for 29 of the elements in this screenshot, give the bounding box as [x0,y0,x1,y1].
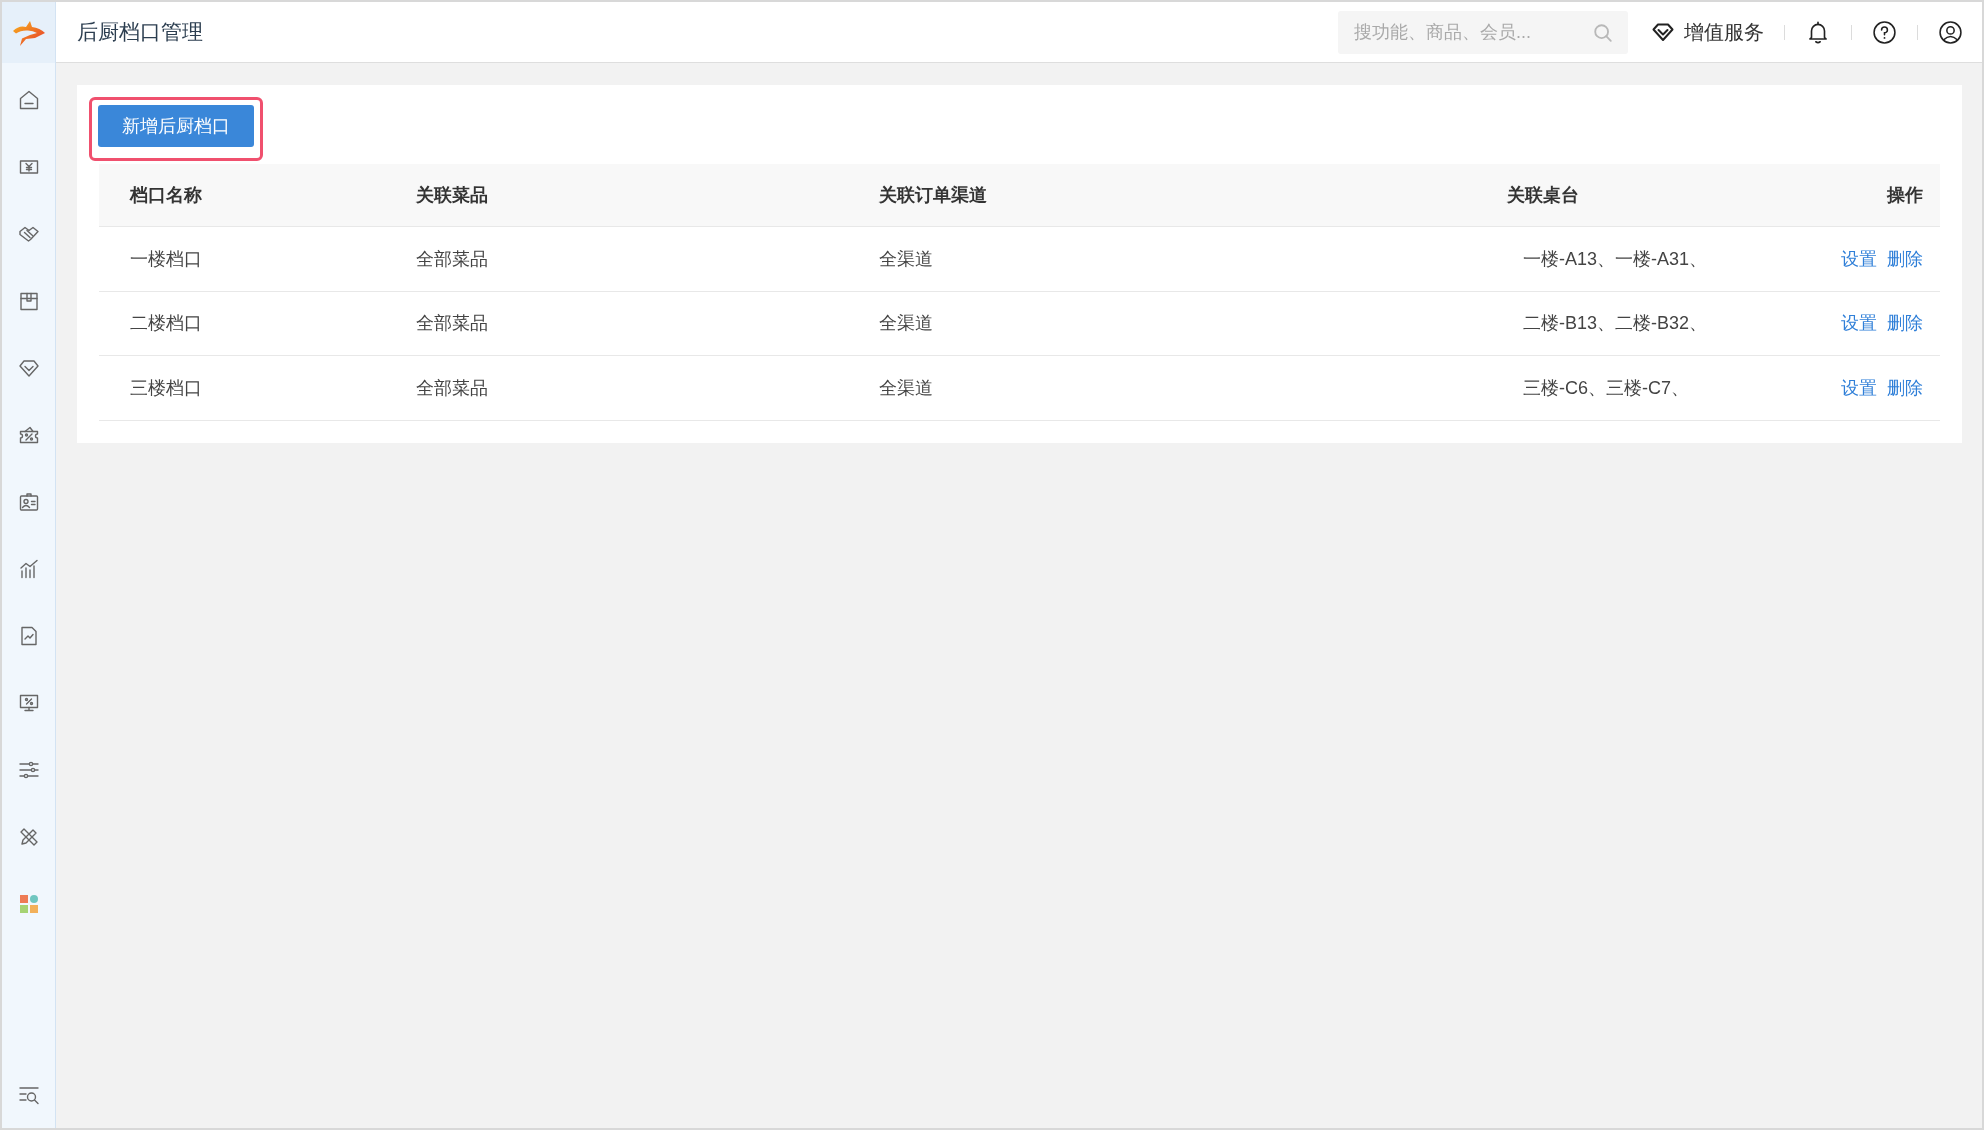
add-stall-button[interactable]: 新增后厨档口 [98,105,254,147]
table-cell: 全渠道 [879,313,933,334]
action-link[interactable]: 设置 [1841,375,1877,400]
table-cell: 全渠道 [879,377,933,398]
table-cell: 全部菜品 [416,377,488,398]
table-cell: 三楼-C6、三楼-C7、 [1523,377,1689,398]
action-link[interactable]: 设置 [1841,246,1877,271]
action-link[interactable]: 删除 [1887,246,1923,271]
value-added-services-link[interactable]: 增值服务 [1651,18,1764,46]
search-field[interactable]: 搜功能、商品、会员... [1338,10,1628,54]
table-cell: 二楼-B13、二楼-B32、 [1523,313,1708,334]
column-header: 关联桌台 [1507,185,1579,205]
table-cell: 全部菜品 [416,248,488,269]
user-icon[interactable] [1938,19,1963,45]
table-cell: 一楼-A13、一楼-A31、 [1523,248,1708,269]
table-cell: 全渠道 [879,248,933,269]
table-cell: 一楼档口 [130,248,202,269]
table-cell: 全部菜品 [416,313,488,334]
action-link[interactable]: 删除 [1887,375,1923,400]
column-header: 关联订单渠道 [879,185,987,205]
page-title: 后厨档口管理 [77,19,203,45]
table-cell: 三楼档口 [130,377,202,398]
action-link[interactable]: 设置 [1841,311,1877,336]
table-cell: 二楼档口 [130,313,202,334]
column-header: 档口名称 [130,185,202,205]
column-header: 操作 [1887,185,1923,205]
help-icon[interactable] [1872,19,1897,45]
column-header: 关联菜品 [416,185,488,205]
action-link[interactable]: 删除 [1887,311,1923,336]
